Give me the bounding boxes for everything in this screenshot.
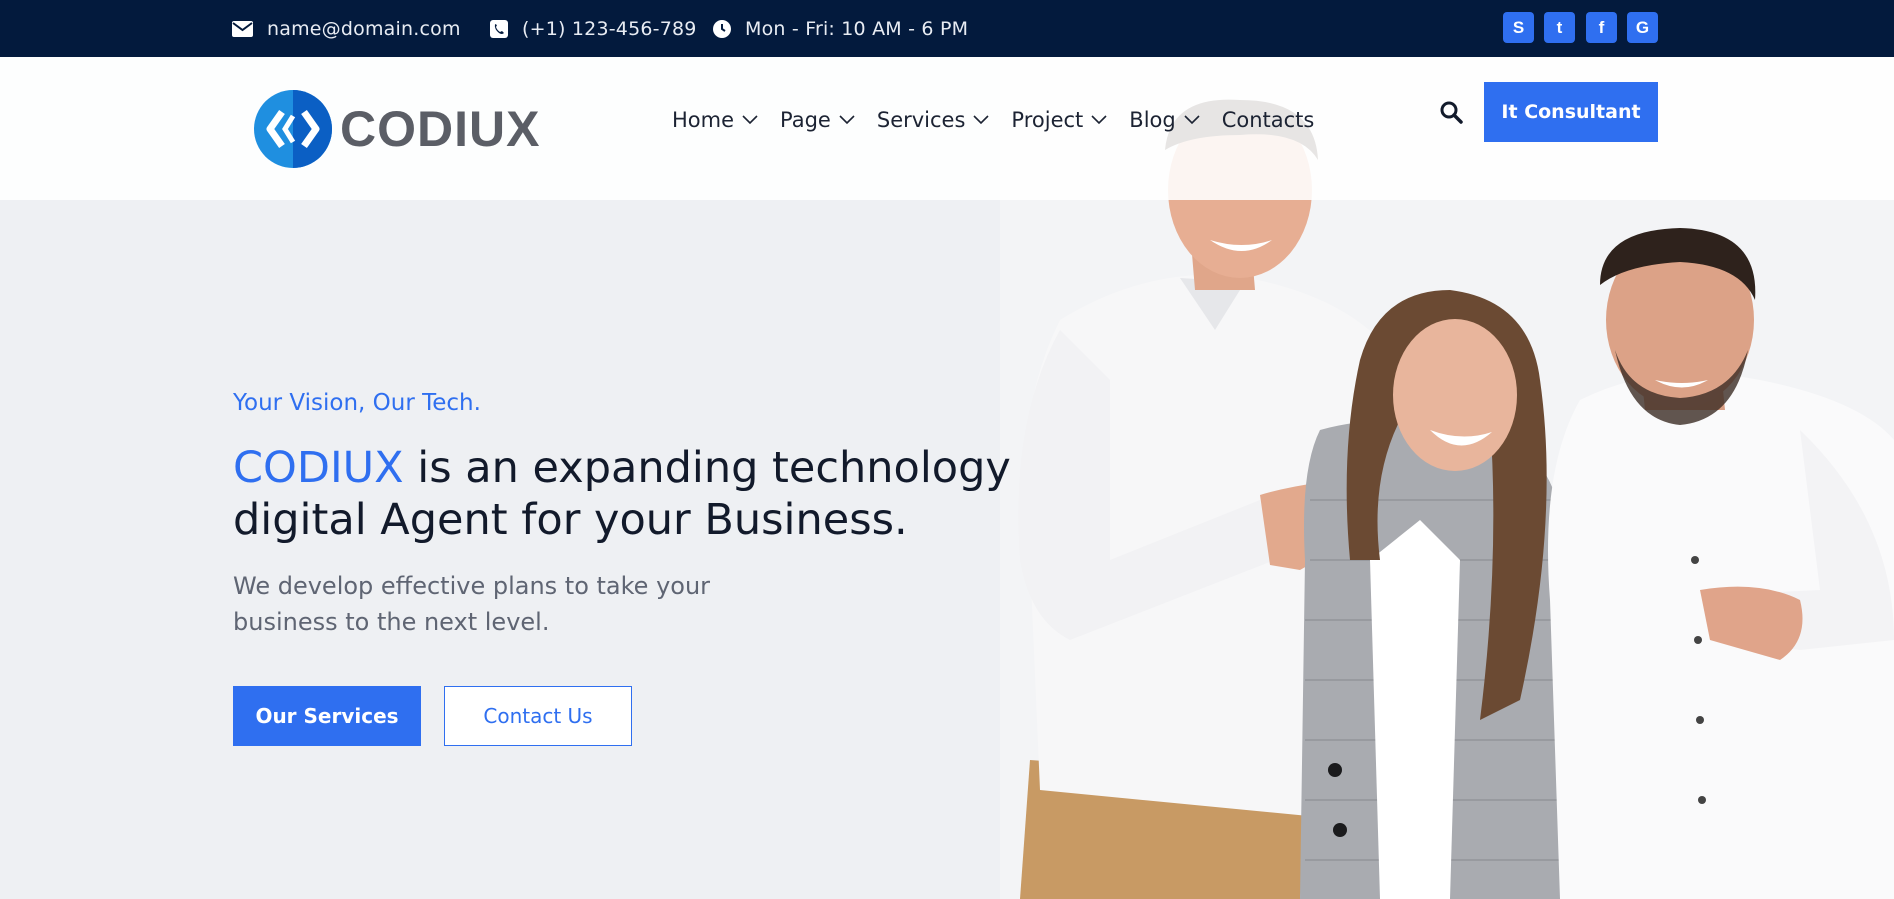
chevron-down-icon — [973, 115, 989, 125]
topbar-phone-text: (+1) 123-456-789 — [522, 17, 697, 40]
hero-buttons: Our Services Contact Us — [233, 686, 1033, 746]
main-header: CODIUX Home Page Services Project Blog C… — [0, 57, 1894, 200]
nav-label: Contacts — [1221, 108, 1315, 132]
codiux-logo-icon — [254, 90, 332, 168]
site-logo[interactable]: CODIUX — [252, 87, 540, 171]
nav-item-blog[interactable]: Blog — [1129, 108, 1200, 132]
twitter-icon[interactable]: t — [1544, 12, 1575, 43]
it-consultant-button[interactable]: It Consultant — [1484, 82, 1658, 142]
hero-tagline: Your Vision, Our Tech. — [233, 390, 481, 416]
main-nav: Home Page Services Project Blog Contacts — [672, 95, 1336, 145]
chevron-down-icon — [839, 115, 855, 125]
topbar-email-text: name@domain.com — [267, 17, 461, 40]
envelope-icon — [232, 20, 253, 37]
search-icon — [1440, 101, 1463, 124]
our-services-button[interactable]: Our Services — [233, 686, 421, 746]
contact-us-button[interactable]: Contact Us — [444, 686, 632, 746]
nav-item-home[interactable]: Home — [672, 108, 758, 132]
hero-headline: CODIUX is an expanding technology digita… — [233, 442, 1033, 546]
chevron-down-icon — [1091, 115, 1107, 125]
nav-label: Home — [672, 108, 735, 132]
top-info-bar: name@domain.com (+1) 123-456-789 Mon - F… — [0, 0, 1894, 57]
topbar-hours-text: Mon - Fri: 10 AM - 6 PM — [745, 17, 969, 40]
topbar-hours: Mon - Fri: 10 AM - 6 PM — [713, 0, 968, 57]
nav-label: Project — [1011, 108, 1084, 132]
topbar-email[interactable]: name@domain.com — [232, 0, 461, 57]
google-icon[interactable]: G — [1627, 12, 1658, 43]
hero-subtext: We develop effective plans to take your … — [233, 572, 711, 636]
nav-item-project[interactable]: Project — [1011, 108, 1107, 132]
nav-label: Blog — [1129, 108, 1176, 132]
skype-icon[interactable]: S — [1503, 12, 1534, 43]
headline-brand: CODIUX — [233, 443, 404, 493]
clock-icon — [713, 19, 731, 38]
nav-item-page[interactable]: Page — [780, 108, 855, 132]
search-button[interactable] — [1436, 97, 1466, 127]
topbar-phone[interactable]: (+1) 123-456-789 — [490, 0, 697, 57]
facebook-icon[interactable]: f — [1586, 12, 1617, 43]
nav-label: Page — [780, 108, 831, 132]
nav-item-services[interactable]: Services — [877, 108, 990, 132]
hero-content: Your Vision, Our Tech. CODIUX is an expa… — [233, 390, 1033, 746]
nav-item-contacts[interactable]: Contacts — [1222, 108, 1315, 132]
nav-label: Services — [876, 108, 966, 132]
phone-icon — [490, 19, 508, 38]
chevron-down-icon — [1184, 115, 1200, 125]
logo-text: CODIUX — [340, 101, 541, 157]
chevron-down-icon — [742, 115, 758, 125]
